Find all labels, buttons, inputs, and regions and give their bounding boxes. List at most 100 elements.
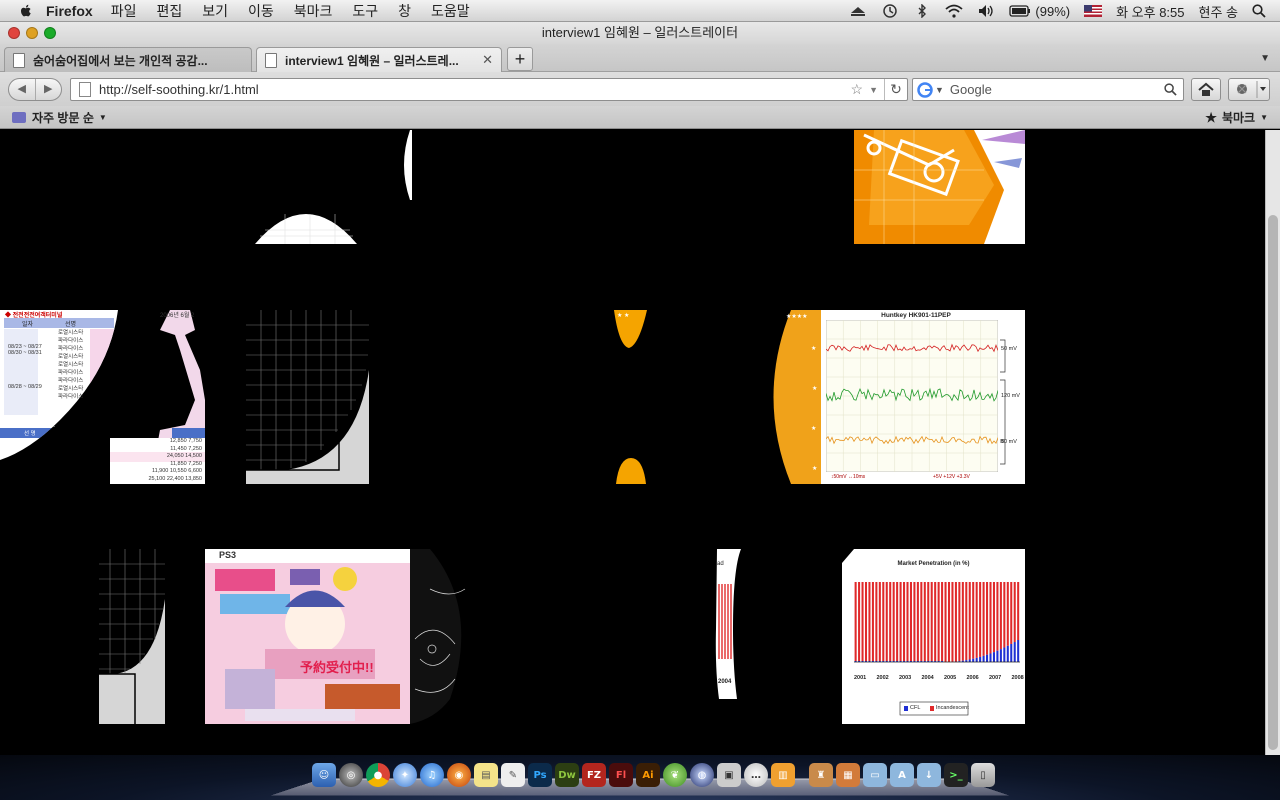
page-icon — [265, 52, 277, 68]
url-text[interactable]: http://self-soothing.kr/1.html — [99, 82, 851, 97]
back-button[interactable]: ◀ — [9, 79, 35, 100]
illustrator-icon[interactable]: Ai — [636, 763, 660, 787]
chrome-icon[interactable]: ● — [366, 763, 390, 787]
page-scrollbar[interactable] — [1265, 130, 1280, 755]
screenshot-app-icon[interactable]: ▣ — [717, 763, 741, 787]
home-button[interactable] — [1191, 78, 1221, 101]
photoshop-icon[interactable]: Ps — [528, 763, 552, 787]
safari-icon[interactable]: ✦ — [393, 763, 417, 787]
tab-2-active[interactable]: interview1 임혜원 – 일러스트레... ✕ — [256, 47, 502, 72]
zoom-window-button[interactable] — [44, 27, 56, 39]
most-visited-label: 자주 방문 순 — [32, 111, 94, 125]
svg-text:★: ★ — [811, 425, 816, 432]
poster-platform: PS3 — [219, 550, 237, 560]
search-icon[interactable] — [1164, 83, 1177, 96]
svg-text:★: ★ — [812, 385, 817, 392]
table-cell: 로열시스타 — [58, 330, 84, 336]
site-identity-icon[interactable] — [79, 82, 91, 97]
orange-star-panel: ★★★★★★★★ — [773, 310, 821, 484]
menu-edit[interactable]: 편집 — [156, 1, 182, 21]
bar-cfl — [975, 657, 978, 662]
firefox-icon[interactable]: ◉ — [447, 763, 471, 787]
documents-folder-icon[interactable]: ▭ — [863, 763, 887, 787]
filezilla-icon[interactable]: FZ — [582, 763, 606, 787]
lineart-sketch-fragment — [410, 549, 466, 724]
table-cell: 24,050 14,500 — [166, 453, 202, 459]
most-visited-folder[interactable]: 자주 방문 순 ▼ — [12, 109, 107, 126]
url-history-dropdown-icon[interactable]: ▼ — [869, 85, 878, 95]
bar-cfl — [982, 655, 985, 662]
bar-incandescent — [899, 582, 902, 661]
trash-icon[interactable]: ▯ — [971, 763, 995, 787]
menu-file[interactable]: 파일 — [111, 1, 137, 21]
stack-preview-icon[interactable]: ▦ — [836, 763, 860, 787]
chevron-down-icon: ▼ — [1260, 113, 1268, 122]
wifi-icon[interactable] — [945, 4, 963, 18]
page-icon — [13, 52, 25, 68]
bar-incandescent — [982, 582, 985, 656]
addon-menu-button[interactable] — [1228, 78, 1270, 101]
close-tab-icon[interactable]: ✕ — [482, 52, 493, 68]
eject-icon[interactable] — [849, 4, 867, 18]
leaf-app-icon[interactable]: ❦ — [663, 763, 687, 787]
user-name[interactable]: 현주 송 — [1199, 2, 1239, 21]
bar-incandescent — [1006, 582, 1009, 646]
bookmark-star-icon[interactable]: ☆ — [851, 81, 864, 98]
bookmarks-menu-label: 북마크 — [1221, 111, 1256, 125]
table-cell: 파라다이스 — [58, 338, 84, 344]
menu-view[interactable]: 보기 — [202, 1, 228, 21]
messenger-icon[interactable]: … — [744, 763, 768, 787]
menu-bookmarks[interactable]: 북마크 — [294, 1, 333, 21]
notes-icon[interactable]: ✎ — [501, 763, 525, 787]
bookmarks-menu-button[interactable]: ★ 북마크 ▼ — [1205, 109, 1268, 126]
menu-help[interactable]: 도움말 — [431, 1, 470, 21]
bar-incandescent — [896, 582, 899, 661]
bar-incandescent — [961, 582, 964, 661]
macos-dock: ☺ ◎ ● ✦ ♫ ◉ ▤ ✎ Ps Dw FZ Fl Ai ❦ ◍ ▣ … ▥… — [0, 755, 1280, 800]
apple-menu-icon[interactable] — [18, 3, 34, 19]
search-engine-dropdown-icon[interactable]: ▼ — [935, 85, 944, 95]
dashboard-icon[interactable]: ◎ — [339, 763, 363, 787]
finder-icon[interactable]: ☺ — [312, 763, 336, 787]
tab-1[interactable]: 숨어숨어집에서 보는 개인적 공감... — [4, 47, 252, 72]
scrollbar-thumb[interactable] — [1268, 215, 1278, 750]
tab-list-arrow-icon[interactable]: ▼ — [1260, 53, 1270, 64]
search-bar[interactable]: ▼ Google — [912, 78, 1184, 101]
menu-app-name[interactable]: Firefox — [46, 3, 93, 19]
time-machine-icon[interactable] — [881, 4, 899, 18]
macos-menu-bar: Firefox 파일 편집 보기 이동 북마크 도구 창 도움말 (99%) 화… — [0, 0, 1280, 22]
stickies-icon[interactable]: ▤ — [474, 763, 498, 787]
globe-app-icon[interactable]: ◍ — [690, 763, 714, 787]
fare-list: 12,850 7,750 11,450 7,250 24,050 14,500 … — [122, 438, 202, 483]
minimize-window-button[interactable] — [26, 27, 38, 39]
menu-go[interactable]: 이동 — [248, 1, 274, 21]
preview-icon[interactable]: ▥ — [771, 763, 795, 787]
google-engine-icon[interactable] — [917, 81, 933, 98]
bar-incandescent — [913, 582, 916, 661]
stack-app-icon[interactable]: ♜ — [809, 763, 833, 787]
svg-text:★ ★: ★ ★ — [617, 312, 629, 319]
spotlight-icon[interactable] — [1252, 4, 1266, 18]
flash-icon[interactable]: Fl — [609, 763, 633, 787]
table-cell: 로열시스타 — [58, 354, 84, 360]
search-input[interactable]: Google — [950, 82, 1164, 97]
applications-folder-icon[interactable]: A — [890, 763, 914, 787]
new-tab-button[interactable]: + — [507, 47, 533, 71]
reload-icon[interactable]: ↻ — [884, 79, 907, 100]
dreamweaver-icon[interactable]: Dw — [555, 763, 579, 787]
battery-status[interactable]: (99%) — [1009, 4, 1070, 19]
terminal-icon[interactable]: >_ — [944, 763, 968, 787]
forward-button[interactable]: ▶ — [34, 79, 62, 100]
downloads-folder-icon[interactable]: ↓ — [917, 763, 941, 787]
menu-tools[interactable]: 도구 — [352, 1, 378, 21]
volume-icon[interactable] — [977, 4, 995, 18]
menu-window[interactable]: 창 — [398, 1, 411, 21]
clock[interactable]: 화 오후 8:55 — [1116, 2, 1184, 21]
itunes-icon[interactable]: ♫ — [420, 763, 444, 787]
bluetooth-icon[interactable] — [913, 4, 931, 18]
url-bar[interactable]: http://self-soothing.kr/1.html ☆ ▼ ↻ — [70, 78, 908, 101]
x-tick-label: 2005 — [944, 675, 957, 681]
us-flag-icon[interactable] — [1084, 5, 1103, 17]
close-window-button[interactable] — [8, 27, 20, 39]
bar-incandescent — [947, 582, 951, 662]
